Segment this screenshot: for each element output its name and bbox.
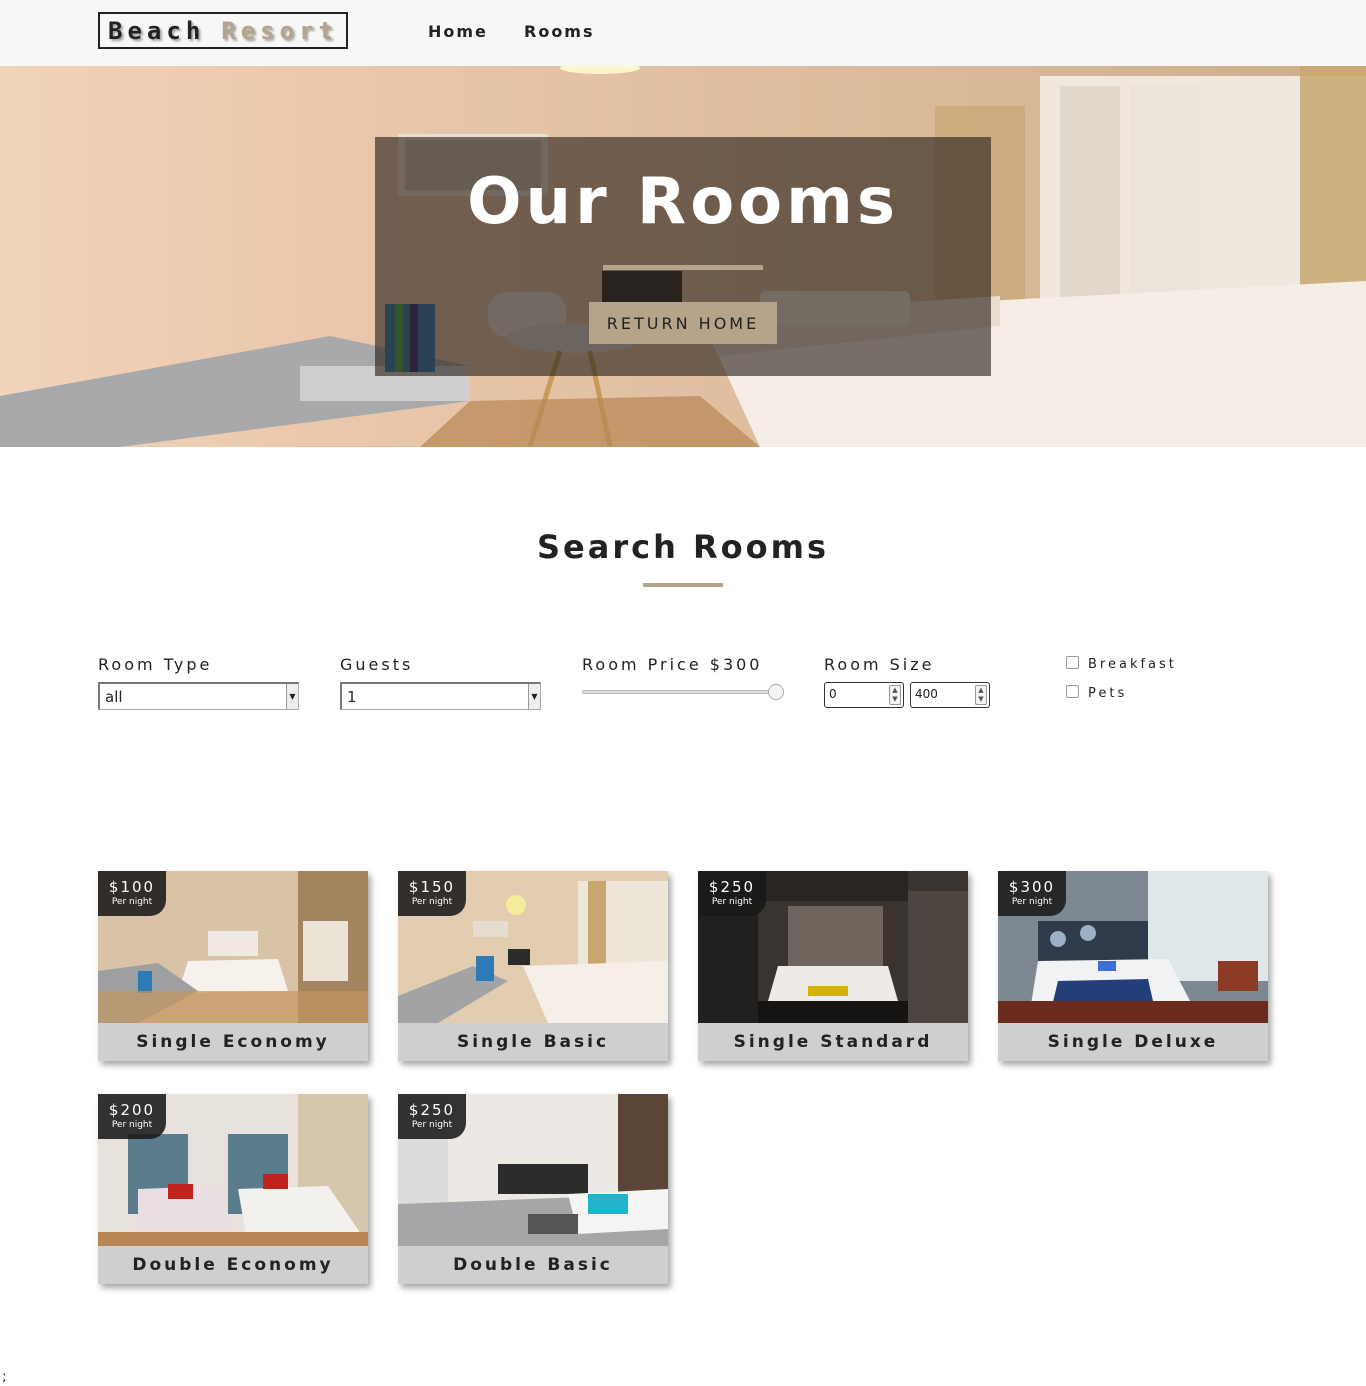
room-size-max-input[interactable]: 400 ▲ ▼: [910, 682, 990, 708]
spinner-icon[interactable]: ▲ ▼: [975, 685, 987, 705]
search-title-underline: [643, 583, 723, 587]
room-image[interactable]: $300 Per night: [998, 871, 1268, 1023]
per-night-label: Per night: [411, 1120, 453, 1130]
room-price: $250: [408, 1101, 456, 1119]
nav-link-rooms[interactable]: Rooms: [524, 22, 595, 41]
guests-value: 1: [347, 688, 357, 706]
room-type-label: Room Type: [98, 655, 213, 674]
room-image[interactable]: $100 Per night: [98, 871, 368, 1023]
spinner-icon[interactable]: ▲ ▼: [889, 685, 901, 705]
per-night-label: Per night: [111, 1120, 153, 1130]
pets-checkbox[interactable]: [1066, 685, 1079, 698]
chevron-down-icon: ▼: [528, 684, 540, 709]
price-badge: $100 Per night: [98, 871, 166, 916]
room-card[interactable]: $300 Per night Single Deluxe: [998, 871, 1268, 1061]
room-image[interactable]: $250 Per night: [698, 871, 968, 1023]
room-price: $200: [108, 1101, 156, 1119]
price-badge: $250 Per night: [398, 1094, 466, 1139]
room-price-label: Room Price $300: [582, 655, 763, 674]
room-image[interactable]: $150 Per night: [398, 871, 668, 1023]
per-night-label: Per night: [411, 897, 453, 907]
room-price: $100: [108, 878, 156, 896]
stray-text: ;: [2, 1369, 7, 1385]
breakfast-checkbox[interactable]: [1066, 656, 1079, 669]
room-price: $300: [1008, 878, 1056, 896]
price-badge: $300 Per night: [998, 871, 1066, 916]
hero-title: Our Rooms: [467, 165, 899, 239]
per-night-label: Per night: [711, 897, 753, 907]
price-badge: $250 Per night: [698, 871, 766, 916]
chevron-down-icon: ▼: [286, 684, 298, 709]
room-image[interactable]: $200 Per night: [98, 1094, 368, 1246]
room-name: Single Economy: [136, 1032, 330, 1052]
room-card[interactable]: $100 Per night Single Economy: [98, 871, 368, 1061]
room-size-label: Room Size: [824, 655, 935, 674]
guests-select[interactable]: 1 ▼: [340, 682, 541, 710]
breakfast-label: Breakfast: [1088, 657, 1177, 672]
room-image[interactable]: $250 Per night: [398, 1094, 668, 1246]
room-size-min-input[interactable]: 0 ▲ ▼: [824, 682, 904, 708]
per-night-label: Per night: [1011, 897, 1053, 907]
room-type-value: all: [105, 688, 123, 706]
hero-title-box: Our Rooms RETURN HOME: [375, 137, 991, 376]
room-size-min-value: 0: [829, 687, 837, 701]
price-slider-track[interactable]: [582, 690, 782, 694]
price-slider-thumb[interactable]: [768, 684, 784, 700]
navbar: Beach Resort Home Rooms: [0, 0, 1366, 66]
return-home-button[interactable]: RETURN HOME: [589, 302, 777, 344]
room-card[interactable]: $250 Per night Single Standard: [698, 871, 968, 1061]
room-name: Double Basic: [453, 1255, 613, 1275]
room-price: $150: [408, 878, 456, 896]
search-section-title: Search Rooms: [536, 528, 829, 566]
guests-label: Guests: [340, 655, 414, 674]
logo-word-resort: Resort: [221, 16, 338, 45]
price-badge: $150 Per night: [398, 871, 466, 916]
hero-banner-image: Our Rooms RETURN HOME: [0, 66, 1366, 447]
room-size-max-value: 400: [915, 687, 938, 701]
pets-label: Pets: [1088, 686, 1128, 701]
room-card[interactable]: $200 Per night Double Economy: [98, 1094, 368, 1284]
room-name: Double Economy: [132, 1255, 334, 1275]
logo[interactable]: Beach Resort: [98, 12, 348, 49]
room-card[interactable]: $150 Per night Single Basic: [398, 871, 668, 1061]
room-name: Single Standard: [733, 1032, 933, 1052]
room-price: $250: [708, 878, 756, 896]
room-type-select[interactable]: all ▼: [98, 682, 299, 710]
hero-title-underline: [603, 265, 763, 270]
room-name: Single Basic: [456, 1032, 610, 1052]
price-badge: $200 Per night: [98, 1094, 166, 1139]
per-night-label: Per night: [111, 897, 153, 907]
room-name: Single Deluxe: [1047, 1032, 1219, 1052]
logo-word-beach: Beach: [108, 16, 206, 45]
nav-link-home[interactable]: Home: [428, 22, 488, 41]
room-card[interactable]: $250 Per night Double Basic: [398, 1094, 668, 1284]
